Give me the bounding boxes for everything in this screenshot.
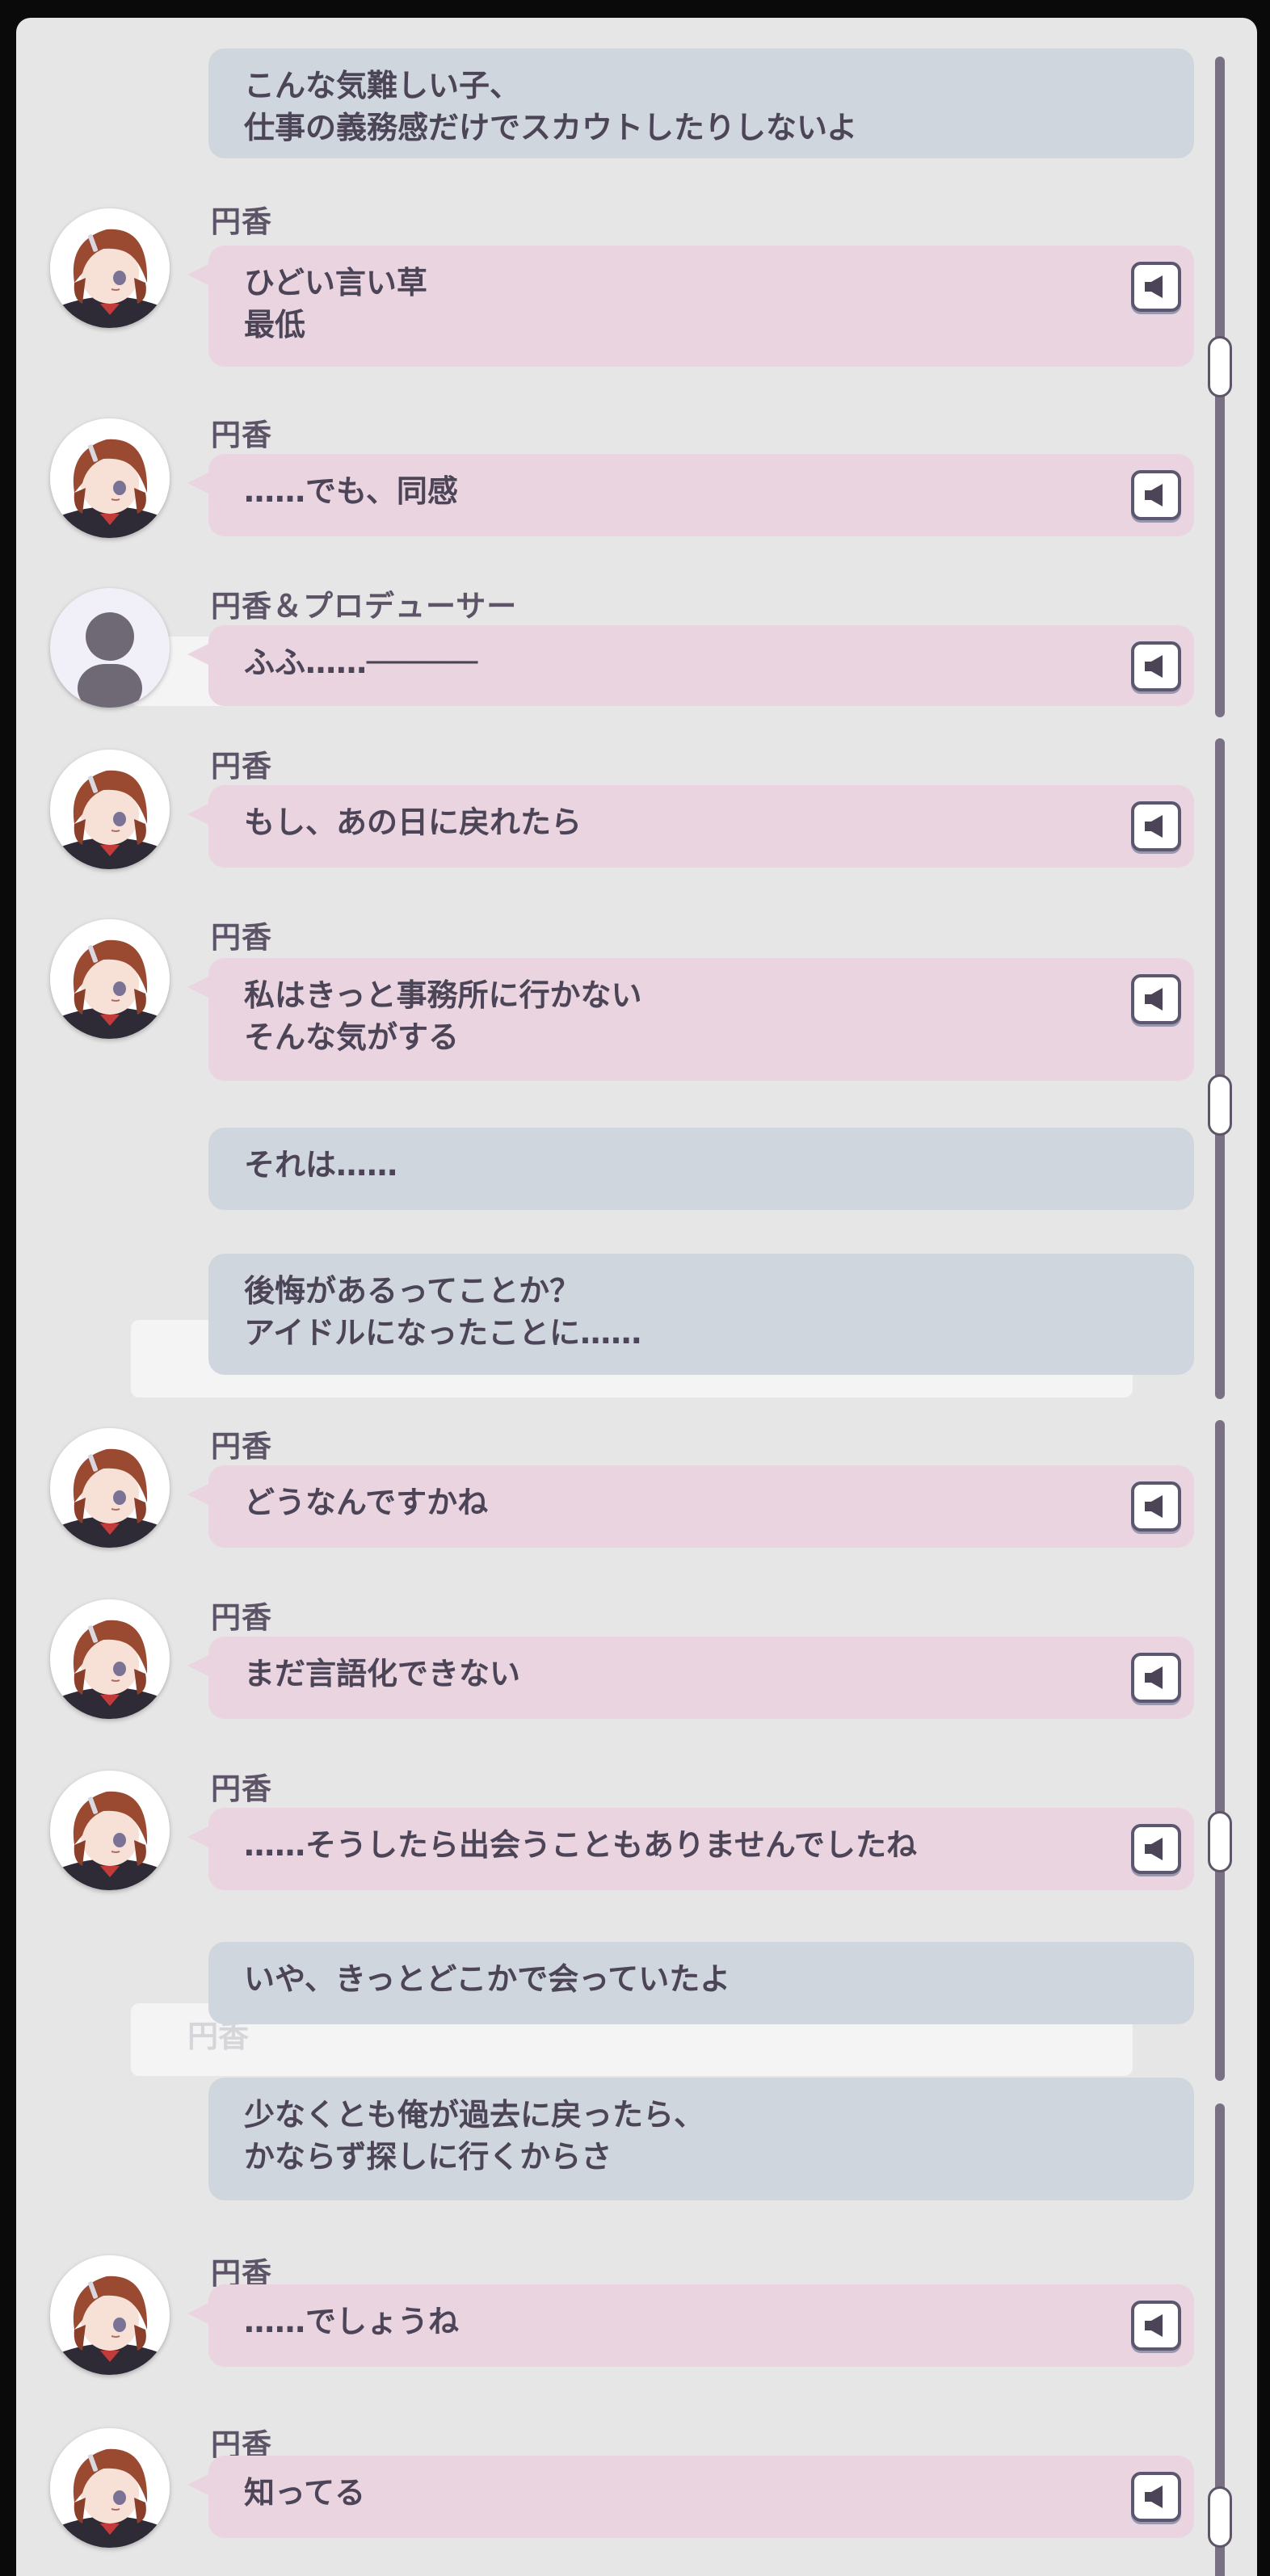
message-line: それは……: [244, 1147, 398, 1183]
message-line: ……でしょうね: [244, 2304, 460, 2339]
madoka-avatar-icon: [50, 418, 170, 538]
message-line: ひどい言い草: [244, 265, 427, 300]
message-line: 後悔があるってことか？: [244, 1273, 581, 1309]
voice-play-button[interactable]: [1131, 1824, 1181, 1874]
message-bubble: 後悔があるってことか？ アイドルになったことに……: [208, 1254, 1194, 1375]
madoka-avatar-icon: [50, 919, 170, 1039]
speaker-name: 円香: [211, 204, 272, 239]
message-bubble: まだ言語化できない: [187, 1637, 1194, 1719]
message-bubble: ふふ……──────: [187, 625, 1194, 706]
speaker-name: 円香: [211, 1429, 272, 1464]
scrollbar-thumb[interactable]: [1208, 2486, 1232, 2548]
madoka-avatar-icon: [50, 1599, 170, 1719]
message-line: 私はきっと事務所に行かない: [244, 977, 642, 1013]
voice-play-button[interactable]: [1131, 641, 1181, 691]
voice-play-button[interactable]: [1131, 801, 1181, 851]
scrollbar-thumb[interactable]: [1208, 1074, 1232, 1136]
voice-play-button[interactable]: [1131, 1653, 1181, 1703]
message-line: アイドルになったことに……: [244, 1315, 642, 1351]
voice-play-button[interactable]: [1131, 470, 1181, 520]
voice-play-button[interactable]: [1131, 1481, 1181, 1532]
speaker-name: 円香: [211, 920, 272, 955]
scrollbar-thumb[interactable]: [1208, 336, 1232, 397]
scrollbar-track[interactable]: [1215, 738, 1225, 1399]
message-line: 知ってる: [244, 2475, 366, 2511]
madoka-avatar-icon: [50, 2428, 170, 2548]
scrollbar-track[interactable]: [1215, 1420, 1225, 2081]
madoka-avatar-icon: [50, 1428, 170, 1548]
speaker-name: 円香＆プロデューサー: [211, 589, 518, 624]
speaker-name: 円香: [211, 749, 272, 784]
message-bubble: ……でしょうね: [187, 2284, 1194, 2367]
message-line: 少なくとも俺が過去に戻ったら、: [244, 2097, 705, 2133]
message-bubble: ……そうしたら出会うこともありませんでしたね: [187, 1808, 1194, 1890]
voice-play-button[interactable]: [1131, 2472, 1181, 2522]
message-line: もし、あの日に戻れたら: [244, 805, 582, 840]
message-line: そんな気がする: [244, 1019, 460, 1055]
message-line: ……でも、同感: [244, 473, 458, 509]
madoka-avatar-icon: [50, 1771, 170, 1890]
voice-play-button[interactable]: [1131, 974, 1181, 1024]
message-line: こんな気難しい子、: [244, 68, 521, 103]
message-bubble: ……でも、同感: [187, 454, 1194, 536]
scrollbar-thumb[interactable]: [1208, 1811, 1232, 1872]
message-bubble: 少なくとも俺が過去に戻ったら、 かならず探しに行くからさ: [208, 2078, 1194, 2200]
madoka-avatar-icon: [50, 750, 170, 869]
speaker-name: 円香: [211, 1771, 272, 1806]
silhouette-icon: [50, 588, 170, 708]
voice-play-button[interactable]: [1131, 262, 1181, 312]
message-bubble: ひどい言い草 最低: [187, 246, 1194, 367]
message-line: いや、きっとどこかで会っていたよ: [244, 1961, 731, 1997]
speaker-name: 円香: [211, 1600, 272, 1635]
message-bubble: いや、きっとどこかで会っていたよ: [208, 1942, 1194, 2024]
message-line: ふふ……──────: [244, 645, 478, 680]
madoka-avatar-icon: [50, 2255, 170, 2375]
message-bubble: もし、あの日に戻れたら: [187, 785, 1194, 868]
message-bubble: 私はきっと事務所に行かない そんな気がする: [187, 958, 1194, 1081]
message-bubble: 知ってる: [187, 2456, 1194, 2538]
voice-play-button[interactable]: [1131, 2301, 1181, 2351]
message-bubble: こんな気難しい子、 仕事の義務感だけでスカウトしたりしないよ: [208, 48, 1194, 158]
message-line: 最低: [244, 307, 306, 342]
chat-log-panel: 円香 こんな気難しい子、 仕事の義務感だけでスカウトしたりしないよ 円香 ひどい…: [16, 18, 1257, 2576]
message-line: まだ言語化できない: [244, 1656, 521, 1691]
message-line: かならず探しに行くからさ: [244, 2139, 612, 2175]
message-line: ……そうしたら出会うこともありませんでしたね: [244, 1827, 917, 1863]
message-line: どうなんですかね: [244, 1485, 489, 1520]
madoka-avatar-icon: [50, 208, 170, 328]
message-line: 仕事の義務感だけでスカウトしたりしないよ: [244, 110, 858, 145]
message-bubble: どうなんですかね: [187, 1465, 1194, 1548]
speaker-name: 円香: [211, 418, 272, 452]
message-bubble: それは……: [208, 1128, 1194, 1210]
